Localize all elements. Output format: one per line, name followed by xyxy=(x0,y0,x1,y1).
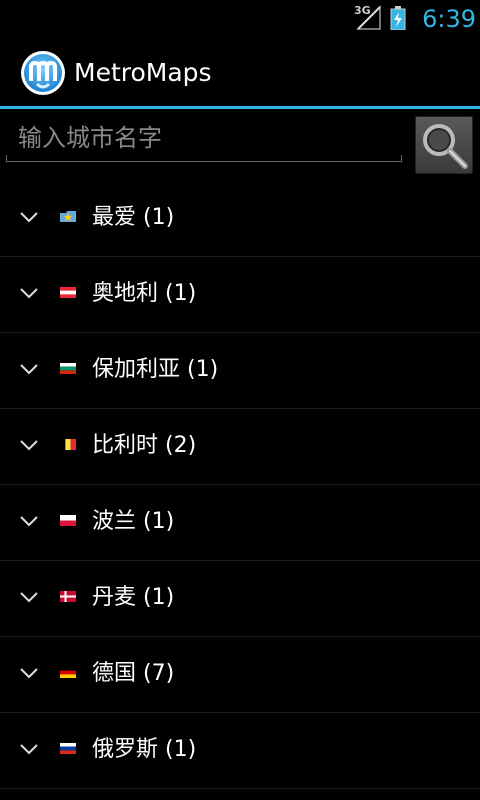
action-bar-divider xyxy=(0,106,480,109)
list-item-belgium[interactable]: 比利时 (2) xyxy=(0,409,480,485)
list-item-label: 最爱 (1) xyxy=(92,205,175,230)
list-item-label: 丹麦 (1) xyxy=(92,585,175,610)
flag-bulgaria-icon xyxy=(60,363,76,374)
list-item-label: 保加利亚 (1) xyxy=(92,357,219,382)
list-item-russia[interactable]: 俄罗斯 (1) xyxy=(0,713,480,789)
city-search-field[interactable] xyxy=(6,116,402,162)
magnifier-icon xyxy=(423,124,468,169)
flag-denmark-icon xyxy=(60,591,76,602)
flag-russia-icon xyxy=(60,743,76,754)
chevron-down-icon xyxy=(20,668,38,679)
list-item-germany[interactable]: 德国 (7) xyxy=(0,637,480,713)
list-item-label: 比利时 (2) xyxy=(92,433,197,458)
favorites-star-icon xyxy=(60,211,76,222)
flag-poland-icon xyxy=(60,515,76,526)
flag-belgium-icon xyxy=(60,439,76,450)
list-item-austria[interactable]: 奥地利 (1) xyxy=(0,257,480,333)
list-item-bulgaria[interactable]: 保加利亚 (1) xyxy=(0,333,480,409)
chevron-down-icon xyxy=(20,364,38,375)
chevron-down-icon xyxy=(20,744,38,755)
app-title: MetroMaps xyxy=(74,58,212,87)
action-bar: MetroMaps xyxy=(0,38,480,108)
list-item-denmark[interactable]: 丹麦 (1) xyxy=(0,561,480,637)
list-item-label: 俄罗斯 (1) xyxy=(92,737,197,762)
list-item-label: 波兰 (1) xyxy=(92,509,175,534)
chevron-down-icon xyxy=(20,592,38,603)
city-search-input[interactable] xyxy=(6,116,402,160)
country-list: 最爱 (1) 奥地利 (1) 保加利亚 (1) 比利时 (2) 波兰 (1) 丹… xyxy=(0,181,480,789)
flag-germany-icon xyxy=(60,667,76,678)
flag-austria-icon xyxy=(60,287,76,298)
list-item-favorites[interactable]: 最爱 (1) xyxy=(0,181,480,257)
list-item-label: 德国 (7) xyxy=(92,661,175,686)
chevron-down-icon xyxy=(20,516,38,527)
chevron-down-icon xyxy=(20,440,38,451)
list-item-label: 奥地利 (1) xyxy=(92,281,197,306)
network-signal-icon: 3G xyxy=(354,5,384,31)
battery-charging-icon xyxy=(390,6,406,31)
chevron-down-icon xyxy=(20,212,38,223)
input-underline-edge xyxy=(401,155,402,161)
status-bar: 3G 6:39 xyxy=(0,0,480,38)
input-underline-edge xyxy=(6,155,7,161)
chevron-down-icon xyxy=(20,288,38,299)
metromaps-logo-icon[interactable] xyxy=(20,50,66,96)
list-item-poland[interactable]: 波兰 (1) xyxy=(0,485,480,561)
search-button[interactable] xyxy=(415,116,473,174)
clock: 6:39 xyxy=(422,5,476,33)
